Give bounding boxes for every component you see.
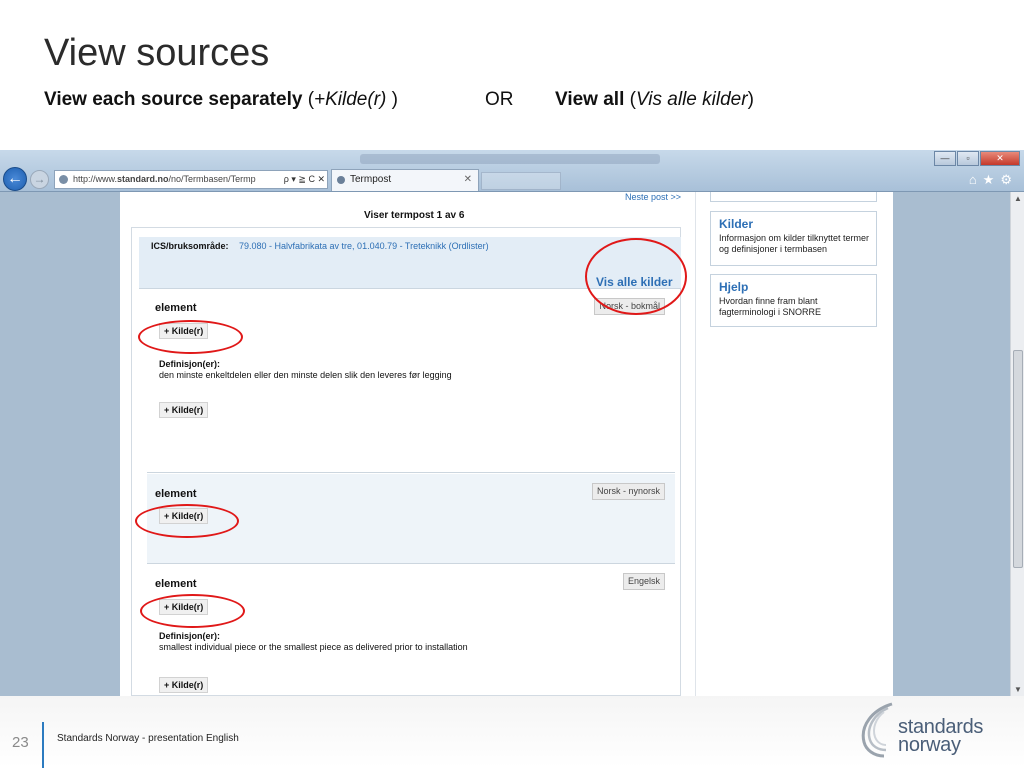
address-domain: standard.no	[117, 174, 169, 184]
kilde-button[interactable]: + Kilde(r)	[159, 508, 209, 524]
scroll-up-icon[interactable]: ▲	[1014, 194, 1022, 203]
maximize-button[interactable]: ▫	[957, 151, 979, 166]
record-counter: Viser termpost 1 av 6	[364, 210, 465, 221]
next-post-link[interactable]: Neste post >>	[625, 192, 681, 202]
address-tools-icons[interactable]: ρ ▾ ≧ C ✕	[281, 171, 325, 188]
back-button[interactable]: ←	[3, 167, 27, 191]
subtitle-all-italic: Vis alle kilder	[635, 89, 748, 110]
browser-screenshot: ← → http://www.standard.no/no/Termbasen/…	[0, 150, 1024, 696]
tab-title: Termpost	[350, 174, 392, 185]
sidebar	[695, 192, 880, 696]
slide-title: View sources	[44, 32, 270, 74]
window-title-bar	[360, 154, 660, 164]
close-window-button[interactable]: ✕	[980, 151, 1020, 166]
tab-termpost[interactable]: Termpost ✕	[331, 169, 479, 191]
footer-divider	[42, 722, 44, 768]
sidebar-box-kilder: Kilder Informasjon om kilder tilknyttet …	[710, 211, 877, 266]
new-tab-button[interactable]	[481, 172, 561, 190]
logo-word-norway: norway	[898, 734, 961, 756]
tab-favicon-icon	[337, 176, 345, 184]
home-favorites-settings-icons[interactable]: ⌂★⚙	[969, 172, 1018, 188]
footer-text: Standards Norway - presentation English	[57, 733, 239, 744]
subtitle-each-italic: +Kilde(r)	[314, 89, 387, 110]
forward-button[interactable]: →	[30, 170, 49, 189]
ics-label: ICS/bruksområde:	[151, 241, 229, 251]
slide-subtitle: View each source separately (+Kilde(r) )…	[44, 89, 754, 111]
ics-value-link[interactable]: 79.080 - Halvfabrikata av tre, 01.040.79…	[239, 241, 489, 251]
tab-close-icon[interactable]: ✕	[464, 170, 472, 190]
kilde-button[interactable]: + Kilde(r)	[159, 599, 209, 615]
vertical-scrollbar[interactable]: ▲ ▼	[1010, 192, 1024, 696]
subtitle-each-paren-open: (	[302, 89, 315, 110]
scrollbar-thumb[interactable]	[1013, 350, 1023, 568]
standards-norway-logo: standards norway	[858, 700, 988, 760]
sidebar-hjelp-text: Hvordan finne fram blant fagterminologi …	[719, 296, 822, 317]
definition-heading: Definisjon(er):	[159, 631, 221, 641]
address-path: /no/Termbasen/Termp	[168, 174, 256, 184]
browser-viewport: Neste post >> Viser termpost 1 av 6 ICS/…	[0, 192, 1024, 696]
definition-heading: Definisjon(er):	[159, 359, 221, 369]
window-controls: — ▫ ✕	[933, 151, 1020, 168]
minimize-button[interactable]: —	[934, 151, 956, 166]
page-number: 23	[12, 734, 29, 751]
address-prefix: http://www.	[73, 174, 118, 184]
definition-kilde-button[interactable]: + Kilde(r)	[159, 677, 209, 693]
entry-label: element	[155, 578, 197, 590]
subtitle-all-bold: View all	[555, 89, 625, 110]
sidebar-kilder-heading[interactable]: Kilder	[719, 217, 753, 231]
definition-text: den minste enkeltdelen eller den minste …	[159, 370, 452, 380]
logo-swoosh-icon	[861, 702, 893, 758]
subtitle-view-all: View all (Vis alle kilder)	[555, 89, 754, 111]
browser-toolbar: ← → http://www.standard.no/no/Termbasen/…	[0, 150, 1024, 192]
view-all-sources-link[interactable]: Vis alle kilder	[596, 275, 673, 289]
site-favicon-icon	[59, 175, 68, 184]
term-entry-nynorsk: element Norsk - nynorsk + Kilde(r)	[147, 474, 675, 564]
term-entry-english: element Engelsk + Kilde(r) Definisjon(er…	[147, 565, 675, 696]
subtitle-or: OR	[485, 89, 514, 110]
subtitle-all-paren-close: )	[747, 89, 754, 110]
subtitle-all-paren-open: (	[624, 89, 636, 110]
sidebar-kilder-text: Informasjon om kilder tilknyttet termer …	[719, 233, 870, 254]
term-entry-bokmal: element Norsk - bokmål + Kilde(r) Defini…	[147, 290, 675, 473]
definition-text: smallest individual piece or the smalles…	[159, 642, 468, 652]
sidebar-box-top	[710, 192, 877, 202]
subtitle-each-bold: View each source separately	[44, 89, 303, 110]
language-badge: Engelsk	[622, 573, 665, 590]
scroll-down-icon[interactable]: ▼	[1014, 685, 1022, 694]
sidebar-hjelp-heading[interactable]: Hjelp	[719, 280, 748, 294]
address-bar[interactable]: http://www.standard.no/no/Termbasen/Term…	[54, 170, 328, 189]
entry-label: element	[155, 488, 197, 500]
sidebar-box-hjelp: Hjelp Hvordan finne fram blant fagtermin…	[710, 274, 877, 327]
entry-label: element	[155, 302, 197, 314]
language-badge: Norsk - bokmål	[594, 298, 665, 315]
language-badge: Norsk - nynorsk	[591, 483, 665, 500]
definition-kilde-button[interactable]: + Kilde(r)	[159, 402, 209, 418]
kilde-button[interactable]: + Kilde(r)	[159, 323, 209, 339]
subtitle-each-paren-close: )	[386, 89, 398, 110]
